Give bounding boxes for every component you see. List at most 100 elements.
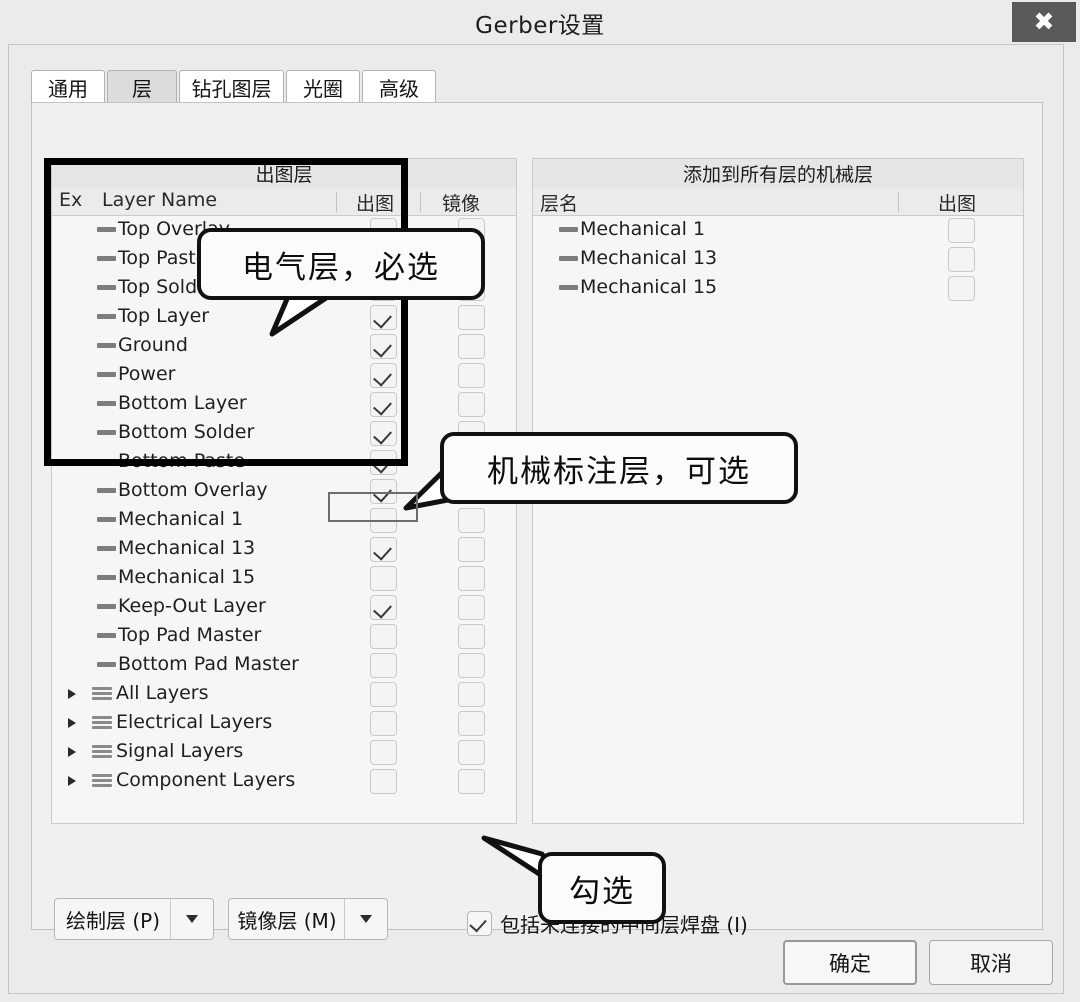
mirror-checkbox[interactable] [458,653,485,678]
mirror-checkbox[interactable] [458,450,485,475]
mirror-checkbox[interactable] [458,334,485,359]
layer-dash-icon [97,517,116,522]
plot-layers-dropdown-label: 绘制层 (P) [65,908,161,933]
table-row[interactable]: Bottom Layer [52,390,516,419]
plot-checkbox[interactable] [370,479,397,504]
column-divider[interactable] [336,192,337,212]
table-row[interactable]: All Layers [52,680,516,709]
table-row[interactable]: Bottom Overlay [52,477,516,506]
table-row[interactable]: Power [52,361,516,390]
mirror-checkbox[interactable] [458,479,485,504]
close-icon[interactable]: ✖ [1012,2,1076,42]
mirror-checkbox[interactable] [458,711,485,736]
plot-checkbox[interactable] [370,653,397,678]
dialog-body: 通用 层 钻孔图层 光圈 高级 出图层 Ex Layer Name 出图 镜像 … [8,44,1064,994]
layer-stack-icon [92,745,112,759]
chevron-down-icon[interactable] [344,899,387,939]
include-unconnected-pads-checkbox[interactable] [467,911,492,936]
table-row[interactable]: Mechanical 15 [533,274,1023,303]
plot-checkbox[interactable] [948,218,975,243]
layer-name-label: All Layers [116,682,209,704]
mirror-checkbox[interactable] [458,276,485,301]
mirror-checkbox[interactable] [458,363,485,388]
plot-checkbox[interactable] [370,711,397,736]
tab-drill-label: 钻孔图层 [191,76,272,101]
table-row[interactable]: Mechanical 1 [52,506,516,535]
table-row[interactable]: Bottom Solder [52,419,516,448]
plot-checkbox[interactable] [370,305,397,330]
tab-drill[interactable]: 钻孔图层 [179,70,284,103]
column-plot: 出图 [938,193,977,215]
plot-checkbox[interactable] [370,624,397,649]
table-row[interactable]: Electrical Layers [52,709,516,738]
plot-checkbox[interactable] [948,276,975,301]
plot-checkbox[interactable] [370,247,397,272]
plot-checkbox[interactable] [370,421,397,446]
table-row[interactable]: Mechanical 13 [533,245,1023,274]
column-divider[interactable] [898,192,899,212]
plot-checkbox[interactable] [370,508,397,533]
mirror-checkbox[interactable] [458,305,485,330]
mirror-checkbox[interactable] [458,566,485,591]
table-row[interactable]: Top Paste [52,245,516,274]
mirror-checkbox[interactable] [458,421,485,446]
mirror-checkbox[interactable] [458,392,485,417]
plot-checkbox[interactable] [948,247,975,272]
mirror-checkbox[interactable] [458,769,485,794]
mirror-checkbox[interactable] [458,247,485,272]
mirror-checkbox[interactable] [458,682,485,707]
plot-checkbox[interactable] [370,450,397,475]
chevron-down-icon[interactable] [170,899,213,939]
plot-checkbox[interactable] [370,334,397,359]
table-row[interactable]: Top Solder [52,274,516,303]
plot-checkbox[interactable] [370,218,397,243]
table-row[interactable]: Bottom Paste [52,448,516,477]
table-row[interactable]: Mechanical 13 [52,535,516,564]
layer-name-label: Mechanical 15 [580,276,718,298]
mirror-checkbox[interactable] [458,624,485,649]
plot-checkbox[interactable] [370,769,397,794]
plot-checkbox[interactable] [370,392,397,417]
layer-dash-icon [97,256,116,261]
plot-checkbox[interactable] [370,276,397,301]
plot-checkbox[interactable] [370,595,397,620]
plot-checkbox[interactable] [370,363,397,388]
mirror-checkbox[interactable] [458,595,485,620]
layer-stack-icon [92,716,112,730]
table-row[interactable]: Bottom Pad Master [52,651,516,680]
chevron-right-icon[interactable] [68,689,76,699]
table-row[interactable]: Keep-Out Layer [52,593,516,622]
plot-checkbox[interactable] [370,740,397,765]
table-row[interactable]: Signal Layers [52,738,516,767]
mirror-checkbox[interactable] [458,537,485,562]
chevron-right-icon[interactable] [68,718,76,728]
table-row[interactable]: Top Overlay [52,216,516,245]
plot-checkbox[interactable] [370,537,397,562]
layer-name-label: Power [118,363,176,385]
mirror-checkbox[interactable] [458,508,485,533]
column-divider[interactable] [420,192,421,212]
tab-panel-layers: 出图层 Ex Layer Name 出图 镜像 Top Overlay Top P… [31,102,1043,940]
layer-dash-icon [97,604,116,609]
table-row[interactable]: Mechanical 1 [533,216,1023,245]
mirror-layers-dropdown[interactable]: 镜像层 (M) [228,898,388,940]
mirror-checkbox[interactable] [458,218,485,243]
plot-layers-dropdown[interactable]: 绘制层 (P) [54,898,214,940]
tab-aperture[interactable]: 光圈 [286,70,360,103]
chevron-right-icon[interactable] [68,747,76,757]
table-row[interactable]: Top Layer [52,303,516,332]
tab-general[interactable]: 通用 [31,70,105,103]
chevron-right-icon[interactable] [68,776,76,786]
layer-name-label: Bottom Pad Master [118,653,299,675]
table-row[interactable]: Mechanical 15 [52,564,516,593]
plot-checkbox[interactable] [370,682,397,707]
tab-advanced[interactable]: 高级 [362,70,436,103]
cancel-button[interactable]: 取消 [929,940,1053,985]
plot-checkbox[interactable] [370,566,397,591]
mirror-checkbox[interactable] [458,740,485,765]
table-row[interactable]: Component Layers [52,767,516,796]
tab-layers[interactable]: 层 [107,70,177,103]
table-row[interactable]: Ground [52,332,516,361]
ok-button[interactable]: 确定 [783,940,917,985]
table-row[interactable]: Top Pad Master [52,622,516,651]
